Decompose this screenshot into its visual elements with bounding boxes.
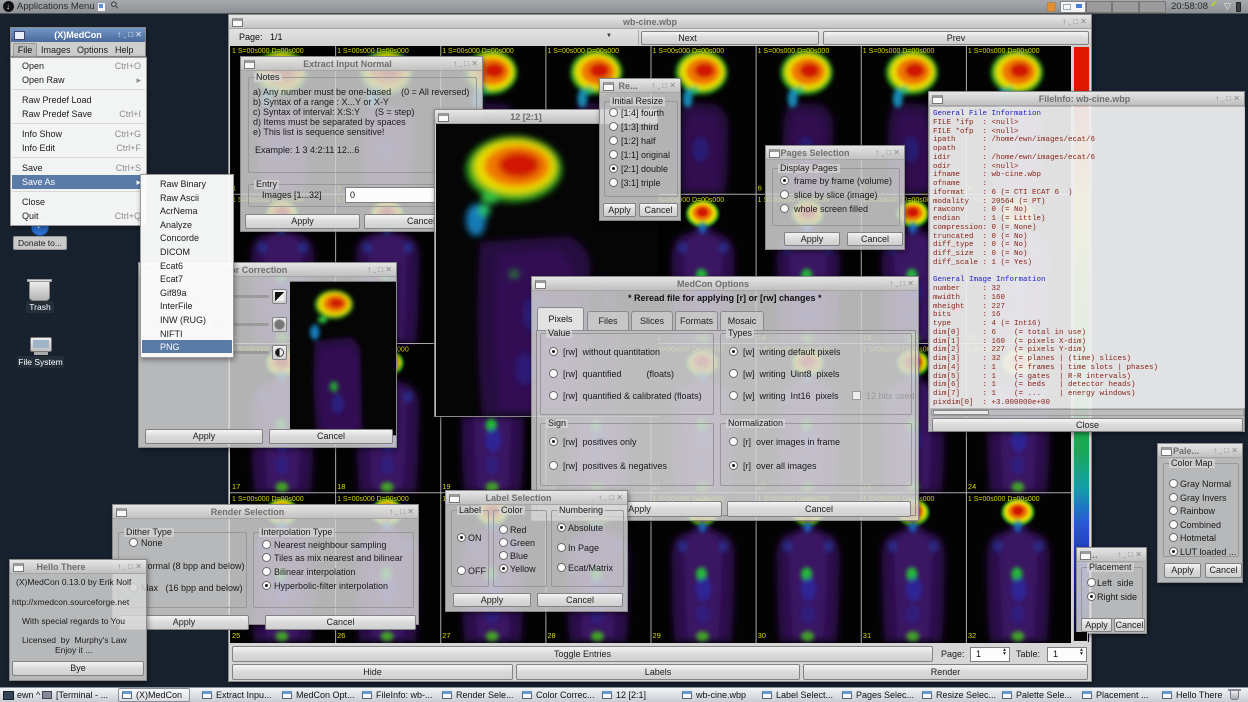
svg-text:32: 32 <box>968 631 976 640</box>
svg-text:18: 18 <box>337 482 345 491</box>
svg-text:6: 6 <box>758 184 762 193</box>
svg-text:1 S=00s000 D=00s000: 1 S=00s000 D=00s000 <box>232 496 304 503</box>
svg-text:1 S=00s000 D=00s000: 1 S=00s000 D=00s000 <box>232 48 304 55</box>
svg-text:1 S=00s000 D=00s000: 1 S=00s000 D=00s000 <box>968 496 1040 503</box>
svg-text:30: 30 <box>758 631 766 640</box>
svg-text:1 S=00s000 D=00s000: 1 S=00s000 D=00s000 <box>968 48 1040 55</box>
svg-text:1 S=00s000 D=00s000: 1 S=00s000 D=00s000 <box>442 48 514 55</box>
svg-text:1 S=00s000 D=00s000: 1 S=00s000 D=00s000 <box>653 48 725 55</box>
svg-text:27: 27 <box>442 631 450 640</box>
svg-text:17: 17 <box>232 482 240 491</box>
svg-text:28: 28 <box>547 631 555 640</box>
svg-text:1 S=00s000 D=00s000: 1 S=00s000 D=00s000 <box>758 48 830 55</box>
svg-text:29: 29 <box>653 631 661 640</box>
svg-text:1 S=00s000 D=00s000: 1 S=00s000 D=00s000 <box>547 48 619 55</box>
svg-text:31: 31 <box>863 631 871 640</box>
svg-text:24: 24 <box>968 482 976 491</box>
svg-text:1 S=00s000 D=00s000: 1 S=00s000 D=00s000 <box>337 496 409 503</box>
svg-text:26: 26 <box>337 631 345 640</box>
svg-text:25: 25 <box>232 631 240 640</box>
svg-text:1 S=00s000 D=00s000: 1 S=00s000 D=00s000 <box>863 48 935 55</box>
svg-text:1 S=00s000 D=00s000: 1 S=00s000 D=00s000 <box>337 48 409 55</box>
